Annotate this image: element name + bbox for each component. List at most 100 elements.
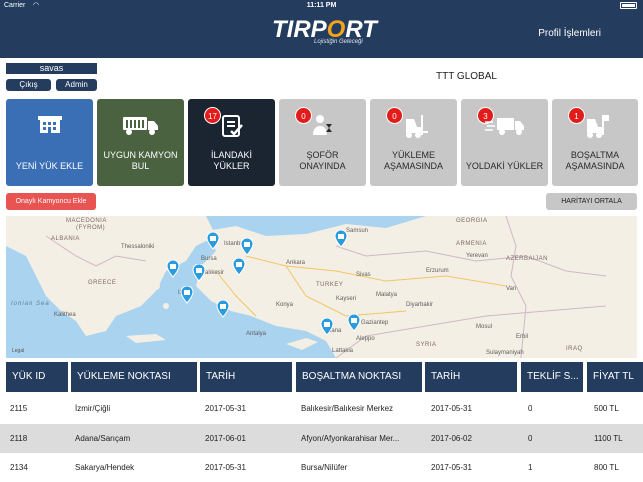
moving-truck-icon <box>484 118 524 135</box>
map-label: Aleppo <box>356 336 375 342</box>
col-header-offer-count[interactable]: TEKLİF S... <box>521 362 583 392</box>
building-icon <box>37 116 62 133</box>
tile-unloading-stage[interactable]: 1 BOŞALTMA AŞAMASINDA <box>552 99 638 186</box>
profile-menu-button[interactable]: Profil İşlemleri <box>538 28 601 39</box>
tile-driver-approval[interactable]: 0 ŞOFÖR ONAYINDA <box>279 99 366 186</box>
map-label: Gaziantep <box>361 320 389 326</box>
driver-hourglass-icon <box>312 115 332 135</box>
map-label: Samsun <box>346 228 369 234</box>
logo-tagline: Lojistiğin Geleceği <box>314 39 363 45</box>
col-header-loading-date[interactable]: TARİH <box>200 362 292 392</box>
load-marker[interactable] <box>334 230 348 248</box>
cell-unloading-date: 2017-06-02 <box>431 434 472 443</box>
map-label: AZERBAIJAN <box>506 256 549 262</box>
cell-load-id: 2134 <box>10 463 28 472</box>
add-approved-trucker-button[interactable]: Onaylı Kamyoncu Ekle <box>6 193 96 210</box>
col-header-load-id[interactable]: YÜK ID <box>6 362 68 392</box>
tile-listed-loads[interactable]: 17 İLANDAKİ YÜKLER <box>188 99 275 186</box>
checklist-icon <box>221 115 243 137</box>
load-marker[interactable] <box>206 232 220 250</box>
col-header-unloading-date[interactable]: TARİH <box>425 362 517 392</box>
app-header: Carrier ◠ 11:11 PM TIRPORT Lojistiğin Ge… <box>0 0 643 58</box>
username-display: savas <box>6 63 97 74</box>
tile-new-load[interactable]: YENİ YÜK EKLE <box>6 99 93 186</box>
forklift-unload-icon <box>587 115 609 138</box>
map-label: Kayseri <box>336 296 357 302</box>
status-bar: Carrier ◠ 11:11 PM <box>0 0 643 12</box>
cell-offer-count: 1 <box>528 463 533 472</box>
logout-button[interactable]: Çıkış <box>6 79 51 91</box>
map-label: Antalya <box>246 331 267 337</box>
cell-loading-point: Sakarya/Hendek <box>75 463 135 472</box>
cell-loading-point: Adana/Sarıçam <box>75 434 131 443</box>
col-header-loading-point[interactable]: YÜKLEME NOKTASI <box>71 362 197 392</box>
cell-offer-count: 0 <box>528 404 533 413</box>
cell-loading-point: İzmir/Çiğli <box>75 404 111 413</box>
admin-button[interactable]: Admin <box>56 79 97 91</box>
map-label: Van <box>506 286 517 292</box>
forklift-icon <box>405 115 428 138</box>
tile-label: YÜKLEME AŞAMASINDA <box>383 150 443 171</box>
load-marker[interactable] <box>232 258 246 276</box>
map-label: Ankara <box>286 260 306 266</box>
load-marker[interactable] <box>192 264 206 282</box>
map-label: SYRIA <box>416 342 437 348</box>
tile-label: İLANDAKİ YÜKLER <box>210 150 252 171</box>
tirport-logo: TIRPORT Lojistiğin Geleceği <box>272 16 377 56</box>
cell-offer-count: 0 <box>528 434 533 443</box>
table-row[interactable]: 2115 İzmir/Çiğli 2017-05-31 Balıkesir/Ba… <box>0 394 643 423</box>
load-marker[interactable] <box>216 300 230 318</box>
load-marker[interactable] <box>166 260 180 278</box>
col-header-price[interactable]: FİYAT TL <box>587 362 643 392</box>
map-label: Erbil <box>516 334 529 340</box>
clock: 11:11 PM <box>306 2 337 9</box>
col-header-unloading-point[interactable]: BOŞALTMA NOKTASI <box>296 362 422 392</box>
map-label: Bursa <box>201 256 217 262</box>
cell-unloading-point: Bursa/Nilüfer <box>301 463 348 472</box>
loads-map[interactable]: MACEDONIA (FYROM) ALBANIA Thessaloniki I… <box>6 216 637 358</box>
map-label: ARMENIA <box>456 241 487 247</box>
map-label: GEORGIA <box>456 218 488 224</box>
cell-unloading-date: 2017-05-31 <box>431 404 472 413</box>
load-marker[interactable] <box>240 238 254 256</box>
map-label: Ionian Sea <box>11 301 50 307</box>
cell-load-id: 2115 <box>10 404 28 413</box>
map-label: Yerevan <box>466 253 488 259</box>
map-label: Mosul <box>476 324 493 330</box>
map-label: Sulaymaniyah <box>486 350 524 356</box>
center-map-button[interactable]: HARİTAYI ORTALA <box>546 193 637 210</box>
app-root: Carrier ◠ 11:11 PM TIRPORT Lojistiğin Ge… <box>0 0 643 482</box>
cell-unloading-point: Afyon/Afyonkarahisar Mer... <box>301 434 400 443</box>
map-label: (FYROM) <box>76 225 106 231</box>
cell-price: 500 TL <box>594 404 619 413</box>
load-marker[interactable] <box>347 314 361 332</box>
map-label: Kalithea <box>54 312 76 318</box>
tile-label: ŞOFÖR ONAYINDA <box>299 150 346 171</box>
table-row[interactable]: 2118 Adana/Sarıçam 2017-06-01 Afyon/Afyo… <box>0 424 643 453</box>
map-label: TURKEY <box>316 282 344 288</box>
load-marker[interactable] <box>180 286 194 304</box>
tile-loading-stage[interactable]: 0 YÜKLEME AŞAMASINDA <box>370 99 457 186</box>
tile-in-transit[interactable]: 3 YOLDAKİ YÜKLER <box>461 99 548 186</box>
loads-table-header: YÜK ID YÜKLEME NOKTASI TARİH BOŞALTMA NO… <box>0 362 643 392</box>
tile-find-truck[interactable]: UYGUN KAMYON BUL <box>97 99 184 186</box>
tile-label: BOŞALTMA AŞAMASINDA <box>565 150 625 171</box>
cell-loading-date: 2017-05-31 <box>205 404 246 413</box>
cell-unloading-date: 2017-05-31 <box>431 463 472 472</box>
cell-price: 800 TL <box>594 463 619 472</box>
table-row[interactable]: 2134 Sakarya/Hendek 2017-05-31 Bursa/Nil… <box>0 453 643 482</box>
battery-icon <box>620 2 637 9</box>
map-legal-link[interactable]: Legal <box>12 348 24 354</box>
map-label: Malatya <box>376 292 398 298</box>
count-badge: 0 <box>295 107 312 124</box>
map-label: IRAQ <box>566 346 583 352</box>
company-name: TTT GLOBAL <box>436 71 497 82</box>
load-marker[interactable] <box>320 318 334 336</box>
cell-loading-date: 2017-05-31 <box>205 463 246 472</box>
tile-label: UYGUN KAMYON BUL <box>103 150 178 171</box>
map-label: ALBANIA <box>51 236 80 242</box>
map-label: Erzurum <box>426 268 449 274</box>
map-label: Konya <box>276 302 294 308</box>
cell-load-id: 2118 <box>10 434 28 443</box>
map-label: Sivas <box>356 272 371 278</box>
